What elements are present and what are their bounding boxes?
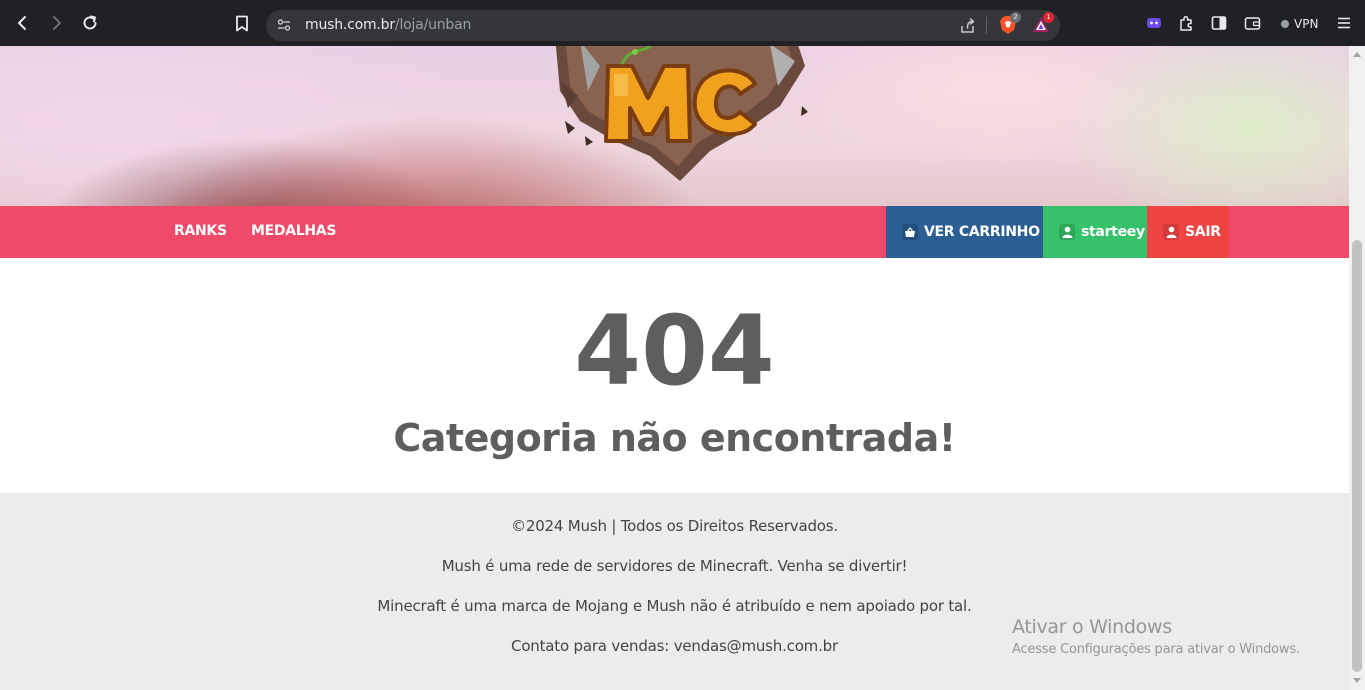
url-path: /loja/unban (394, 17, 472, 33)
forward-icon[interactable] (43, 10, 69, 36)
footer-disclaimer: Minecraft é uma marca de Mojang e Mush n… (377, 597, 972, 615)
sidebar-icon[interactable] (1206, 10, 1232, 36)
url-text: mush.com.br/loja/unban (305, 17, 471, 33)
menu-icon[interactable] (1331, 10, 1357, 36)
hero-banner (0, 46, 1349, 206)
basket-icon (902, 224, 918, 240)
mush-mc-logo[interactable] (540, 46, 810, 201)
error-section: 404 Categoria não encontrada! (0, 258, 1349, 493)
view-cart-label: VER CARRINHO (924, 224, 1040, 240)
windows-watermark-subtitle: Acesse Configurações para ativar o Windo… (1012, 642, 1300, 657)
brave-rewards-icon[interactable]: 1 (1032, 12, 1054, 38)
scroll-up-arrow[interactable] (1353, 52, 1361, 57)
bookmark-icon[interactable] (229, 10, 255, 36)
vpn-label: VPN (1294, 17, 1319, 31)
user-profile-button[interactable]: starteey (1043, 206, 1147, 258)
share-icon[interactable] (959, 17, 976, 39)
main-navbar: RANKS MEDALHAS VER CARRINHO starteey SAI… (0, 206, 1349, 258)
footer-about: Mush é uma rede de servidores de Minecra… (441, 557, 908, 575)
user-icon (1059, 224, 1075, 240)
page-scrollbar[interactable] (1349, 46, 1365, 690)
nav-medalhas-link[interactable]: MEDALHAS (251, 223, 336, 239)
leo-icon[interactable] (1141, 10, 1167, 36)
browser-toolbar: mush.com.br/loja/unban 2 1 VPN (0, 0, 1365, 46)
divider (986, 17, 987, 34)
nav-ranks-link[interactable]: RANKS (174, 223, 227, 239)
footer: ©2024 Mush | Todos os Direitos Reservado… (0, 493, 1349, 690)
wallet-icon[interactable] (1239, 10, 1265, 36)
brave-shields-icon[interactable]: 2 (999, 12, 1021, 40)
error-message: Categoria não encontrada! (393, 416, 956, 460)
brave-badge: 2 (1010, 12, 1021, 23)
view-cart-button[interactable]: VER CARRINHO (886, 206, 1043, 258)
scroll-thumb[interactable] (1352, 240, 1362, 672)
error-code: 404 (574, 295, 775, 407)
logout-label: SAIR (1185, 224, 1221, 240)
footer-copyright: ©2024 Mush | Todos os Direitos Reservado… (511, 517, 838, 535)
vpn-status-icon (1281, 20, 1289, 28)
url-domain: mush.com.br (305, 17, 395, 33)
username-label: starteey (1081, 224, 1145, 240)
logout-button[interactable]: SAIR (1147, 206, 1229, 258)
scroll-down-arrow[interactable] (1353, 678, 1361, 683)
address-bar[interactable]: mush.com.br/loja/unban 2 1 (266, 10, 1060, 41)
back-icon[interactable] (10, 10, 36, 36)
vpn-button[interactable]: VPN (1275, 13, 1324, 35)
rewards-badge: 1 (1043, 12, 1054, 23)
site-settings-icon[interactable] (277, 18, 291, 37)
extensions-icon[interactable] (1173, 10, 1199, 36)
logout-user-icon (1163, 224, 1179, 240)
reload-icon[interactable] (77, 10, 103, 36)
windows-watermark-title: Ativar o Windows (1012, 616, 1172, 638)
